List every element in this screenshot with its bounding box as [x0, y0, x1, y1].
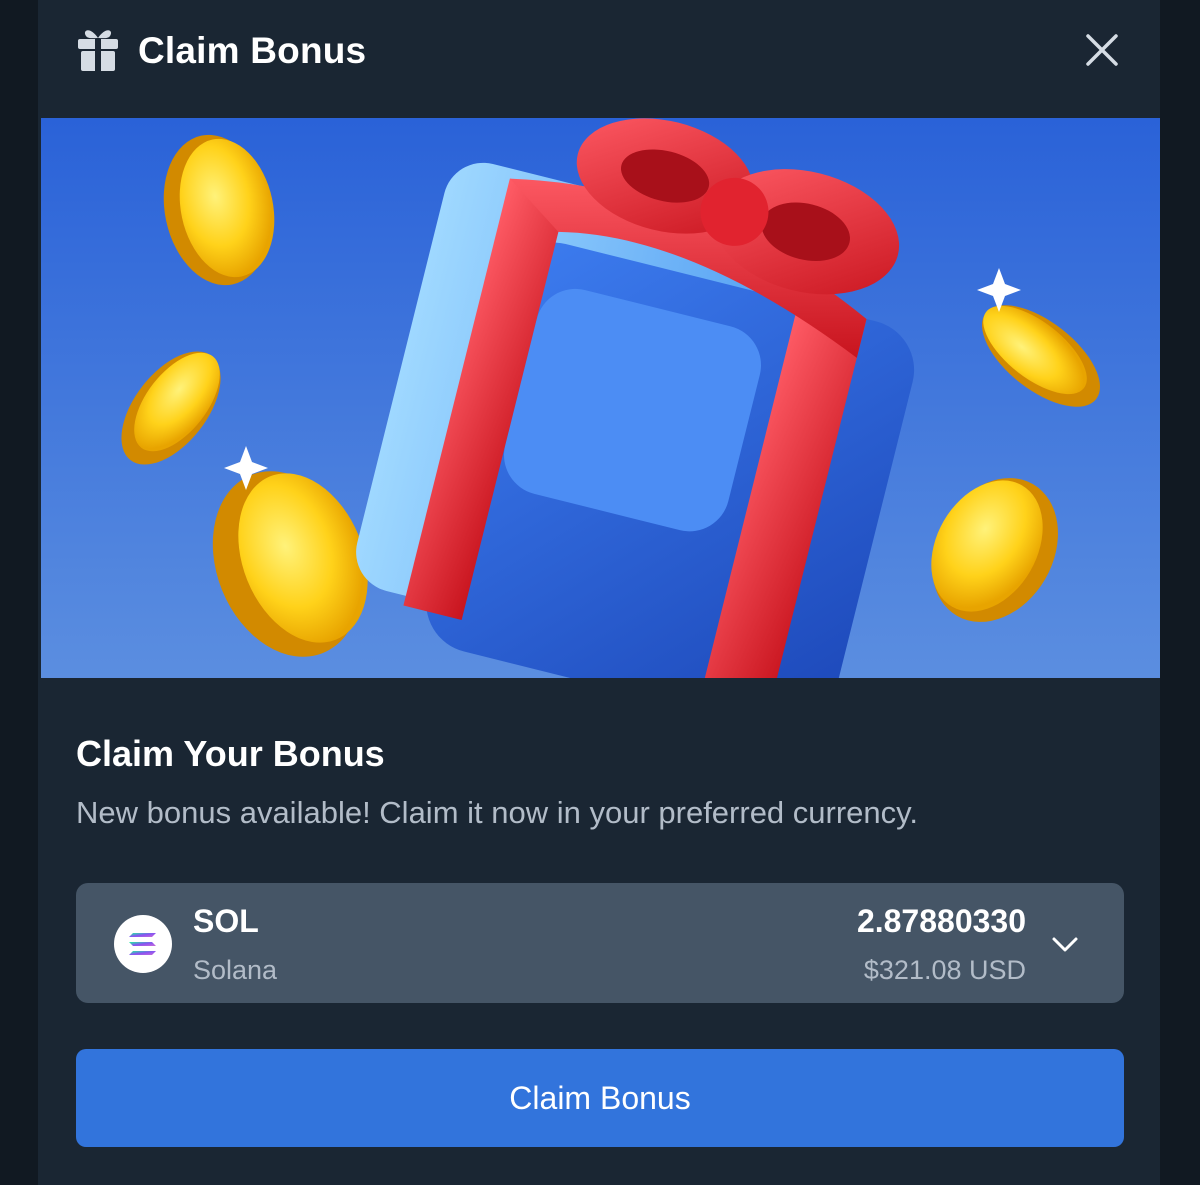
currency-symbol: SOL: [193, 903, 259, 939]
solana-icon: [114, 915, 172, 973]
currency-name: Solana: [193, 955, 278, 985]
claim-bonus-modal: Claim Bonus Claim Your Bonus New bonus a…: [38, 0, 1160, 1185]
currency-usd-value: $321.08 USD: [863, 955, 1026, 985]
currency-select[interactable]: SOL Solana 2.87880330 $321.08 USD: [76, 883, 1124, 1003]
bonus-description: New bonus available! Claim it now in you…: [76, 795, 918, 830]
currency-amount: 2.87880330: [856, 903, 1026, 939]
modal-title: Claim Bonus: [138, 30, 367, 71]
bonus-heading: Claim Your Bonus: [76, 733, 385, 774]
close-icon[interactable]: [1082, 30, 1122, 70]
chevron-down-icon[interactable]: [1048, 927, 1082, 961]
page-backdrop-left: [0, 0, 38, 1185]
bonus-banner-image: [41, 118, 1160, 678]
claim-bonus-button[interactable]: Claim Bonus: [76, 1049, 1124, 1147]
gift-icon: [78, 30, 118, 71]
page-backdrop-right: [1160, 0, 1200, 1185]
modal-header: Claim Bonus: [38, 0, 1160, 118]
